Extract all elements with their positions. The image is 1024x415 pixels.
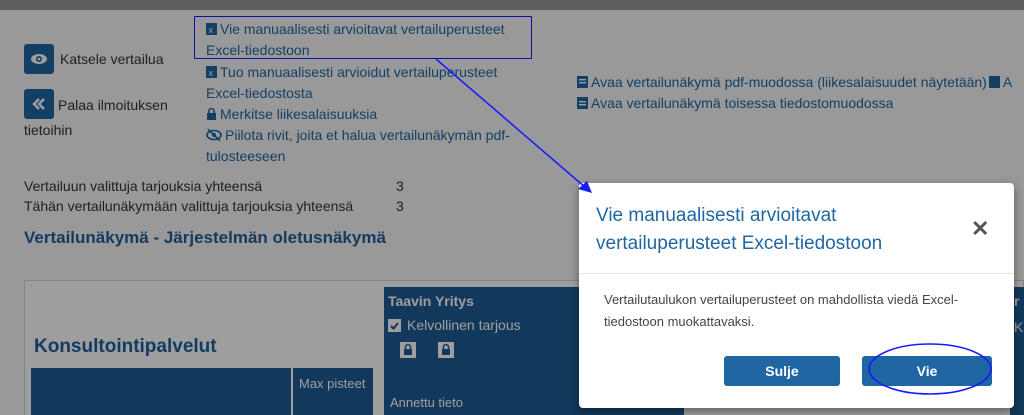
annotation-ellipse bbox=[868, 343, 992, 395]
annotation-arrow bbox=[435, 58, 587, 189]
annotation-layer bbox=[435, 58, 992, 395]
